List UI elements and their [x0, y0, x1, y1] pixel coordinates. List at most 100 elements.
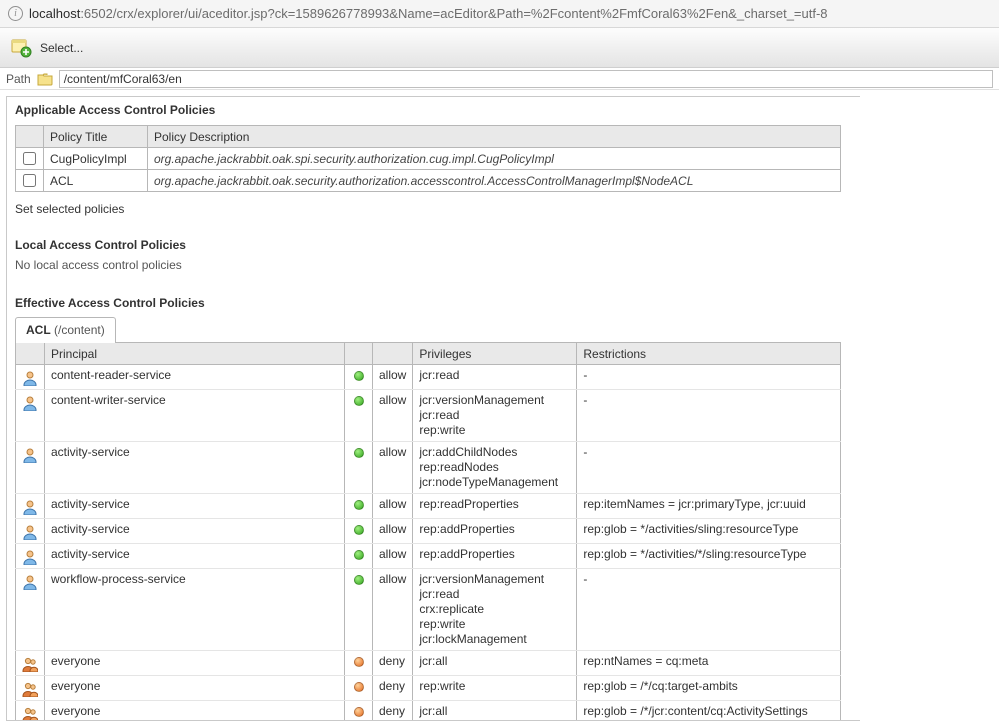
acl-principal: everyone [45, 676, 345, 701]
acl-col-status [345, 343, 373, 365]
acl-principal: content-reader-service [45, 365, 345, 390]
browser-address-bar: i localhost:6502/crx/explorer/ui/acedito… [0, 0, 999, 28]
acl-effect: deny [373, 701, 413, 722]
status-dot-icon [354, 448, 364, 458]
acl-row[interactable]: workflow-process-service allowjcr:version… [16, 569, 841, 651]
group-icon [22, 656, 38, 672]
acl-restrictions: - [577, 390, 841, 442]
acl-effect: allow [373, 569, 413, 651]
user-icon [22, 574, 38, 590]
status-dot-icon [354, 682, 364, 692]
acl-restrictions: rep:glob = */activities/*/sling:resource… [577, 544, 841, 569]
path-bar: Path /content/mfCoral63/en [0, 68, 999, 90]
acl-row[interactable]: everyone denyjcr:allrep:glob = /*/jcr:con… [16, 701, 841, 722]
acl-col-effect [373, 343, 413, 365]
acl-restrictions: - [577, 569, 841, 651]
acl-privileges: rep:addProperties [413, 519, 577, 544]
acl-row[interactable]: content-reader-service allowjcr:read- [16, 365, 841, 390]
acl-privileges: jcr:versionManagement jcr:read rep:write [413, 390, 577, 442]
applicable-col-title: Policy Title [44, 126, 148, 148]
acl-principal: everyone [45, 651, 345, 676]
acl-principal: workflow-process-service [45, 569, 345, 651]
acl-row[interactable]: everyonedenyjcr:allrep:ntNames = cq:meta [16, 651, 841, 676]
acl-restrictions: rep:itemNames = jcr:primaryType, jcr:uui… [577, 494, 841, 519]
acl-restrictions: rep:glob = /*/cq:target-ambits [577, 676, 841, 701]
status-dot-icon [354, 707, 364, 717]
folder-icon [37, 72, 53, 86]
acl-effect: allow [373, 365, 413, 390]
acl-privileges: rep:addProperties [413, 544, 577, 569]
applicable-table: Policy Title Policy Description CugPolic… [15, 125, 841, 192]
user-icon [22, 447, 38, 463]
info-icon: i [8, 6, 23, 21]
select-button[interactable]: Select... [40, 41, 83, 55]
acl-effect: allow [373, 390, 413, 442]
select-toolbar: Select... [0, 28, 999, 68]
acl-tab[interactable]: ACL (/content) [15, 317, 116, 343]
user-icon [22, 370, 38, 386]
acl-restrictions: rep:glob = /*/jcr:content/cq:ActivitySet… [577, 701, 841, 722]
user-icon [22, 524, 38, 540]
acl-row[interactable]: content-writer-service allowjcr:versionMa… [16, 390, 841, 442]
policy-description: org.apache.jackrabbit.oak.spi.security.a… [148, 148, 841, 170]
acl-row[interactable]: activity-serviceallowrep:addPropertiesre… [16, 519, 841, 544]
acl-principal: activity-service [45, 494, 345, 519]
applicable-col-description: Policy Description [148, 126, 841, 148]
path-field[interactable]: /content/mfCoral63/en [59, 70, 993, 88]
status-dot-icon [354, 525, 364, 535]
acl-col-restrictions: Restrictions [577, 343, 841, 365]
applicable-col-check [16, 126, 44, 148]
url-text[interactable]: localhost:6502/crx/explorer/ui/aceditor.… [29, 6, 828, 21]
acl-effect: deny [373, 651, 413, 676]
main-scroll[interactable]: Applicable Access Control Policies Polic… [6, 96, 860, 721]
acl-privileges: jcr:all [413, 651, 577, 676]
policy-checkbox[interactable] [23, 152, 36, 165]
acl-row[interactable]: everyone denyrep:writerep:glob = /*/cq:ta… [16, 676, 841, 701]
acl-principal: activity-service [45, 544, 345, 569]
acl-principal: content-writer-service [45, 390, 345, 442]
local-empty-text: No local access control policies [7, 258, 860, 282]
acl-privileges: jcr:read [413, 365, 577, 390]
acl-effect: allow [373, 494, 413, 519]
user-icon [22, 395, 38, 411]
user-icon [22, 549, 38, 565]
applicable-row: ACLorg.apache.jackrabbit.oak.security.au… [16, 170, 841, 192]
policy-checkbox[interactable] [23, 174, 36, 187]
acl-privileges: jcr:addChildNodes rep:readNodes jcr:node… [413, 442, 577, 494]
acl-col-principal: Principal [45, 343, 345, 365]
status-dot-icon [354, 371, 364, 381]
policy-title: ACL [44, 170, 148, 192]
acl-col-privileges: Privileges [413, 343, 577, 365]
acl-restrictions: - [577, 442, 841, 494]
user-icon [22, 499, 38, 515]
acl-effect: allow [373, 544, 413, 569]
acl-row[interactable]: activity-service allowrep:readPropertiesr… [16, 494, 841, 519]
acl-privileges: jcr:versionManagement jcr:read crx:repli… [413, 569, 577, 651]
status-dot-icon [354, 500, 364, 510]
acl-restrictions: rep:glob = */activities/sling:resourceTy… [577, 519, 841, 544]
policy-description: org.apache.jackrabbit.oak.security.autho… [148, 170, 841, 192]
right-gutter [860, 96, 993, 721]
acl-row[interactable]: activity-service allowjcr:addChildNodes r… [16, 442, 841, 494]
effective-heading: Effective Access Control Policies [7, 282, 860, 316]
acl-effect: allow [373, 442, 413, 494]
status-dot-icon [354, 396, 364, 406]
acl-principal: activity-service [45, 442, 345, 494]
acl-table: Principal Privileges Restrictions conten… [15, 342, 841, 721]
path-label: Path [6, 72, 31, 86]
applicable-row: CugPolicyImplorg.apache.jackrabbit.oak.s… [16, 148, 841, 170]
tree-select-icon[interactable] [10, 37, 32, 59]
acl-privileges: rep:write [413, 676, 577, 701]
acl-col-icon [16, 343, 45, 365]
acl-effect: allow [373, 519, 413, 544]
workspace: Applicable Access Control Policies Polic… [0, 90, 999, 727]
status-dot-icon [354, 550, 364, 560]
set-selected-policies[interactable]: Set selected policies [7, 198, 860, 224]
acl-privileges: jcr:all [413, 701, 577, 722]
acl-row[interactable]: activity-service allowrep:addPropertiesre… [16, 544, 841, 569]
acl-principal: everyone [45, 701, 345, 722]
group-icon [22, 681, 38, 697]
acl-restrictions: - [577, 365, 841, 390]
acl-effect: deny [373, 676, 413, 701]
acl-privileges: rep:readProperties [413, 494, 577, 519]
